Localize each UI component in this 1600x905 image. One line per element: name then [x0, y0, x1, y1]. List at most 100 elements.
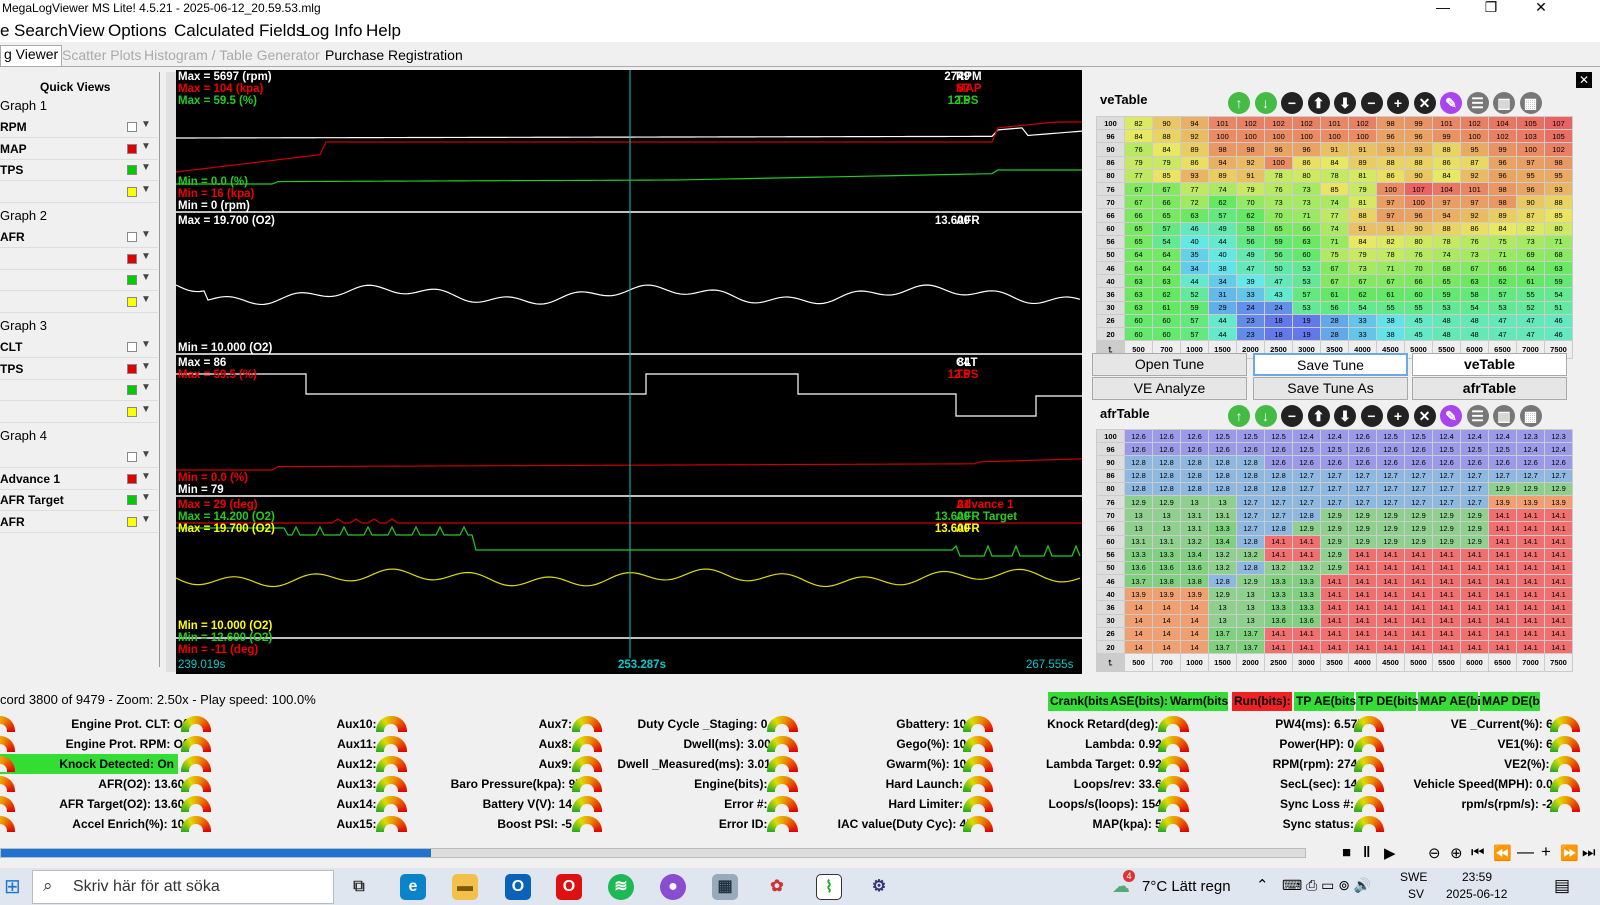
- table-cell[interactable]: 13.7: [1208, 626, 1237, 642]
- table-cell[interactable]: 12.6: [1488, 455, 1517, 470]
- table-cell[interactable]: 68: [1432, 261, 1461, 276]
- table-cell[interactable]: 12.8: [1264, 468, 1293, 483]
- table-cell[interactable]: 14: [1180, 613, 1209, 628]
- table-cell[interactable]: 13.9: [1152, 587, 1181, 602]
- table-cell[interactable]: 54: [1348, 300, 1377, 315]
- table-cell[interactable]: 14.1: [1432, 639, 1461, 655]
- table-cell[interactable]: 14.1: [1348, 574, 1377, 589]
- table-cell[interactable]: 71: [1292, 208, 1321, 223]
- table-cell[interactable]: 13.9: [1124, 587, 1153, 602]
- table-cell[interactable]: 59: [1180, 300, 1209, 315]
- afr-table[interactable]: 100 12.6 12.6 12.6 12.5 12.5 12.5 12.4 12.4 12.6 1…: [1096, 428, 1573, 673]
- table-cell[interactable]: 12.5: [1488, 442, 1517, 457]
- color-swatch[interactable]: [127, 363, 137, 374]
- spotify-icon[interactable]: ≋: [608, 874, 634, 900]
- zoom-in-icon[interactable]: ⊕: [1450, 844, 1463, 862]
- table-cell[interactable]: 14.1: [1460, 600, 1489, 615]
- table-cell[interactable]: 12.7: [1432, 481, 1461, 496]
- ve-analyze-button[interactable]: VE Analyze: [1092, 377, 1247, 400]
- table-cell[interactable]: 12.7: [1404, 468, 1433, 483]
- table-cell[interactable]: 14.1: [1292, 639, 1321, 655]
- table-cell[interactable]: 14.1: [1376, 600, 1405, 615]
- table-cell[interactable]: 12.7: [1460, 494, 1489, 510]
- table-cell[interactable]: 14.1: [1544, 560, 1573, 576]
- table-cell[interactable]: 14.1: [1264, 547, 1293, 562]
- table-cell[interactable]: 13: [1180, 494, 1209, 510]
- table-cell[interactable]: 81: [1348, 195, 1377, 210]
- table-cell[interactable]: 96: [1264, 142, 1293, 157]
- up-arrow-icon[interactable]: ↑: [1228, 92, 1250, 114]
- table-cell[interactable]: 12.4: [1544, 442, 1573, 457]
- quick-view-field[interactable]: TPS ▼: [0, 160, 158, 181]
- table-cell[interactable]: 12.7: [1320, 481, 1349, 496]
- table-cell[interactable]: 79: [1236, 181, 1265, 197]
- table-cell[interactable]: 12.8: [1180, 455, 1209, 470]
- table-cell[interactable]: 48: [1460, 313, 1489, 329]
- table-cell[interactable]: 12.5: [1208, 428, 1237, 444]
- table-cell[interactable]: 14.1: [1292, 626, 1321, 642]
- table-cell[interactable]: 84: [1124, 129, 1153, 144]
- table-cell[interactable]: 12.8: [1152, 455, 1181, 470]
- chevron-down-icon[interactable]: ▼: [141, 229, 151, 240]
- table-cell[interactable]: 102: [1264, 115, 1293, 131]
- log-graph[interactable]: Max = 5697 (rpm) Max = 104 (kpa) Max = 59.…: [176, 70, 1082, 674]
- table-cell[interactable]: 12.6: [1516, 455, 1545, 470]
- table-cell[interactable]: 13: [1236, 600, 1265, 615]
- table-cell[interactable]: 85: [1152, 168, 1181, 183]
- table-cell[interactable]: 13: [1236, 587, 1265, 602]
- chevron-down-icon[interactable]: ▼: [141, 404, 151, 415]
- table-cell[interactable]: 14.1: [1432, 587, 1461, 602]
- table-cell[interactable]: 98: [1488, 181, 1517, 197]
- table-cell[interactable]: 102: [1236, 115, 1265, 131]
- table-cell[interactable]: 12.6: [1320, 455, 1349, 470]
- table-cell[interactable]: 53: [1432, 300, 1461, 315]
- table-cell[interactable]: 65: [1152, 208, 1181, 223]
- table-cell[interactable]: 86: [1180, 155, 1209, 170]
- table-cell[interactable]: 71: [1320, 234, 1349, 249]
- table-cell[interactable]: 88: [1376, 155, 1405, 170]
- table-cell[interactable]: 62: [1488, 274, 1517, 289]
- table-cell[interactable]: 14.1: [1404, 574, 1433, 589]
- table-cell[interactable]: 12.6: [1348, 442, 1377, 457]
- table-cell[interactable]: 12.7: [1404, 481, 1433, 496]
- menu-file[interactable]: e: [0, 21, 9, 41]
- chevron-down-icon[interactable]: ▼: [141, 162, 151, 173]
- table-cell[interactable]: 43: [1264, 287, 1293, 302]
- close-button[interactable]: ✕: [1518, 0, 1564, 20]
- table-cell[interactable]: 12.7: [1348, 494, 1377, 510]
- chevron-down-icon[interactable]: ▼: [141, 294, 151, 305]
- table-cell[interactable]: 12.8: [1236, 534, 1265, 549]
- table-cell[interactable]: 12.7: [1264, 508, 1293, 523]
- table-cell[interactable]: 47: [1264, 274, 1293, 289]
- tray-icons[interactable]: ⌨ ⎙ ▭ ⊚ 🔊: [1282, 877, 1371, 894]
- table-cell[interactable]: 14.1: [1516, 547, 1545, 562]
- table-cell[interactable]: 58: [1236, 221, 1265, 236]
- quick-view-field[interactable]: Advance 1 ▼: [0, 469, 158, 490]
- color-swatch[interactable]: [127, 495, 137, 505]
- table-cell[interactable]: 55: [1516, 287, 1545, 302]
- table-cell[interactable]: 14.1: [1460, 613, 1489, 628]
- table-cell[interactable]: 12.6: [1264, 455, 1293, 470]
- table-cell[interactable]: 52: [1180, 287, 1209, 302]
- table-cell[interactable]: 47: [1236, 261, 1265, 276]
- table-cell[interactable]: 88: [1348, 208, 1377, 223]
- table-cell[interactable]: 14.1: [1516, 560, 1545, 576]
- table-cell[interactable]: 63: [1124, 274, 1153, 289]
- table-cell[interactable]: 12.3: [1516, 428, 1545, 444]
- minus-icon[interactable]: −: [1281, 405, 1303, 427]
- minus-icon[interactable]: −: [1281, 92, 1303, 114]
- table-cell[interactable]: 12.8: [1264, 521, 1293, 536]
- table-cell[interactable]: 97: [1460, 195, 1489, 210]
- table-cell[interactable]: 12.9: [1516, 481, 1545, 496]
- table-cell[interactable]: 34: [1180, 261, 1209, 276]
- quick-view-field[interactable]: ▼: [0, 380, 158, 401]
- table-cell[interactable]: 88: [1432, 142, 1461, 157]
- table-cell[interactable]: 92: [1460, 168, 1489, 183]
- table-cell[interactable]: 12.4: [1320, 428, 1349, 444]
- table-cell[interactable]: 12.7: [1460, 481, 1489, 496]
- table-cell[interactable]: 102: [1348, 115, 1377, 131]
- table-cell[interactable]: 12.5: [1376, 428, 1405, 444]
- table-cell[interactable]: 63: [1152, 274, 1181, 289]
- table-cell[interactable]: 60: [1124, 313, 1153, 329]
- quick-view-field[interactable]: ▼: [0, 402, 158, 423]
